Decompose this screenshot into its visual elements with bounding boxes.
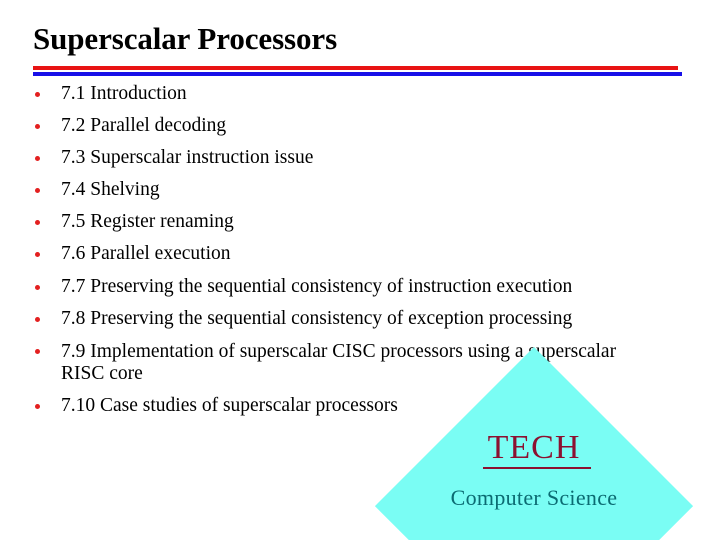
list-item-label: 7.6 Parallel execution <box>61 243 231 265</box>
logo-secondary-text: Computer Science <box>450 485 618 510</box>
list-item: 7.2 Parallel decoding <box>30 115 690 137</box>
list-item: 7.9 Implementation of superscalar CISC p… <box>30 341 621 385</box>
list-item: 7.10 Case studies of superscalar process… <box>30 396 690 417</box>
list-item: 7.5 Register renaming <box>30 212 690 233</box>
logo-primary-text: TECH <box>482 429 592 469</box>
agenda-list: 7.1 Introduction 7.2 Parallel decoding 7… <box>30 83 690 428</box>
list-item-label: 7.4 Shelving <box>61 179 160 201</box>
bullet-dot-icon <box>35 124 40 130</box>
bullet-dot-icon <box>35 156 40 162</box>
presentation-slide: Superscalar Processors 7.1 Introduction … <box>0 0 720 540</box>
bullet-dot-icon <box>35 220 40 226</box>
list-item: 7.4 Shelving <box>30 180 690 201</box>
list-item: 7.3 Superscalar instruction issue <box>30 147 690 169</box>
bullet-dot-icon <box>35 404 40 410</box>
bullet-dot-icon <box>35 348 40 354</box>
bullet-dot-icon <box>35 316 40 322</box>
list-item-label: 7.5 Register renaming <box>61 211 234 233</box>
list-item-label: 7.3 Superscalar instruction issue <box>61 147 314 169</box>
list-item-label: 7.10 Case studies of superscalar process… <box>61 395 398 417</box>
bullet-dot-icon <box>35 284 40 290</box>
logo-primary-label: TECH <box>487 429 581 466</box>
bullet-dot-icon <box>35 252 40 258</box>
divider-rule-blue <box>33 72 682 76</box>
list-item-label: 7.7 Preserving the sequential consistenc… <box>61 275 573 297</box>
list-item: 7.7 Preserving the sequential consistenc… <box>30 275 690 298</box>
list-item: 7.8 Preserving the sequential consistenc… <box>30 307 690 330</box>
title-divider <box>33 66 682 78</box>
list-item-label: 7.2 Parallel decoding <box>61 115 227 137</box>
bullet-dot-icon <box>35 188 40 194</box>
page-title: Superscalar Processors <box>33 21 338 56</box>
list-item: 7.1 Introduction <box>30 83 690 105</box>
bullet-dot-icon <box>35 92 40 97</box>
logo-underline <box>482 467 592 469</box>
list-item-label: 7.1 Introduction <box>61 83 187 104</box>
list-item-label: 7.9 Implementation of superscalar CISC p… <box>61 340 617 384</box>
list-item: 7.6 Parallel execution <box>30 244 690 265</box>
list-item-label: 7.8 Preserving the sequential consistenc… <box>61 307 573 329</box>
